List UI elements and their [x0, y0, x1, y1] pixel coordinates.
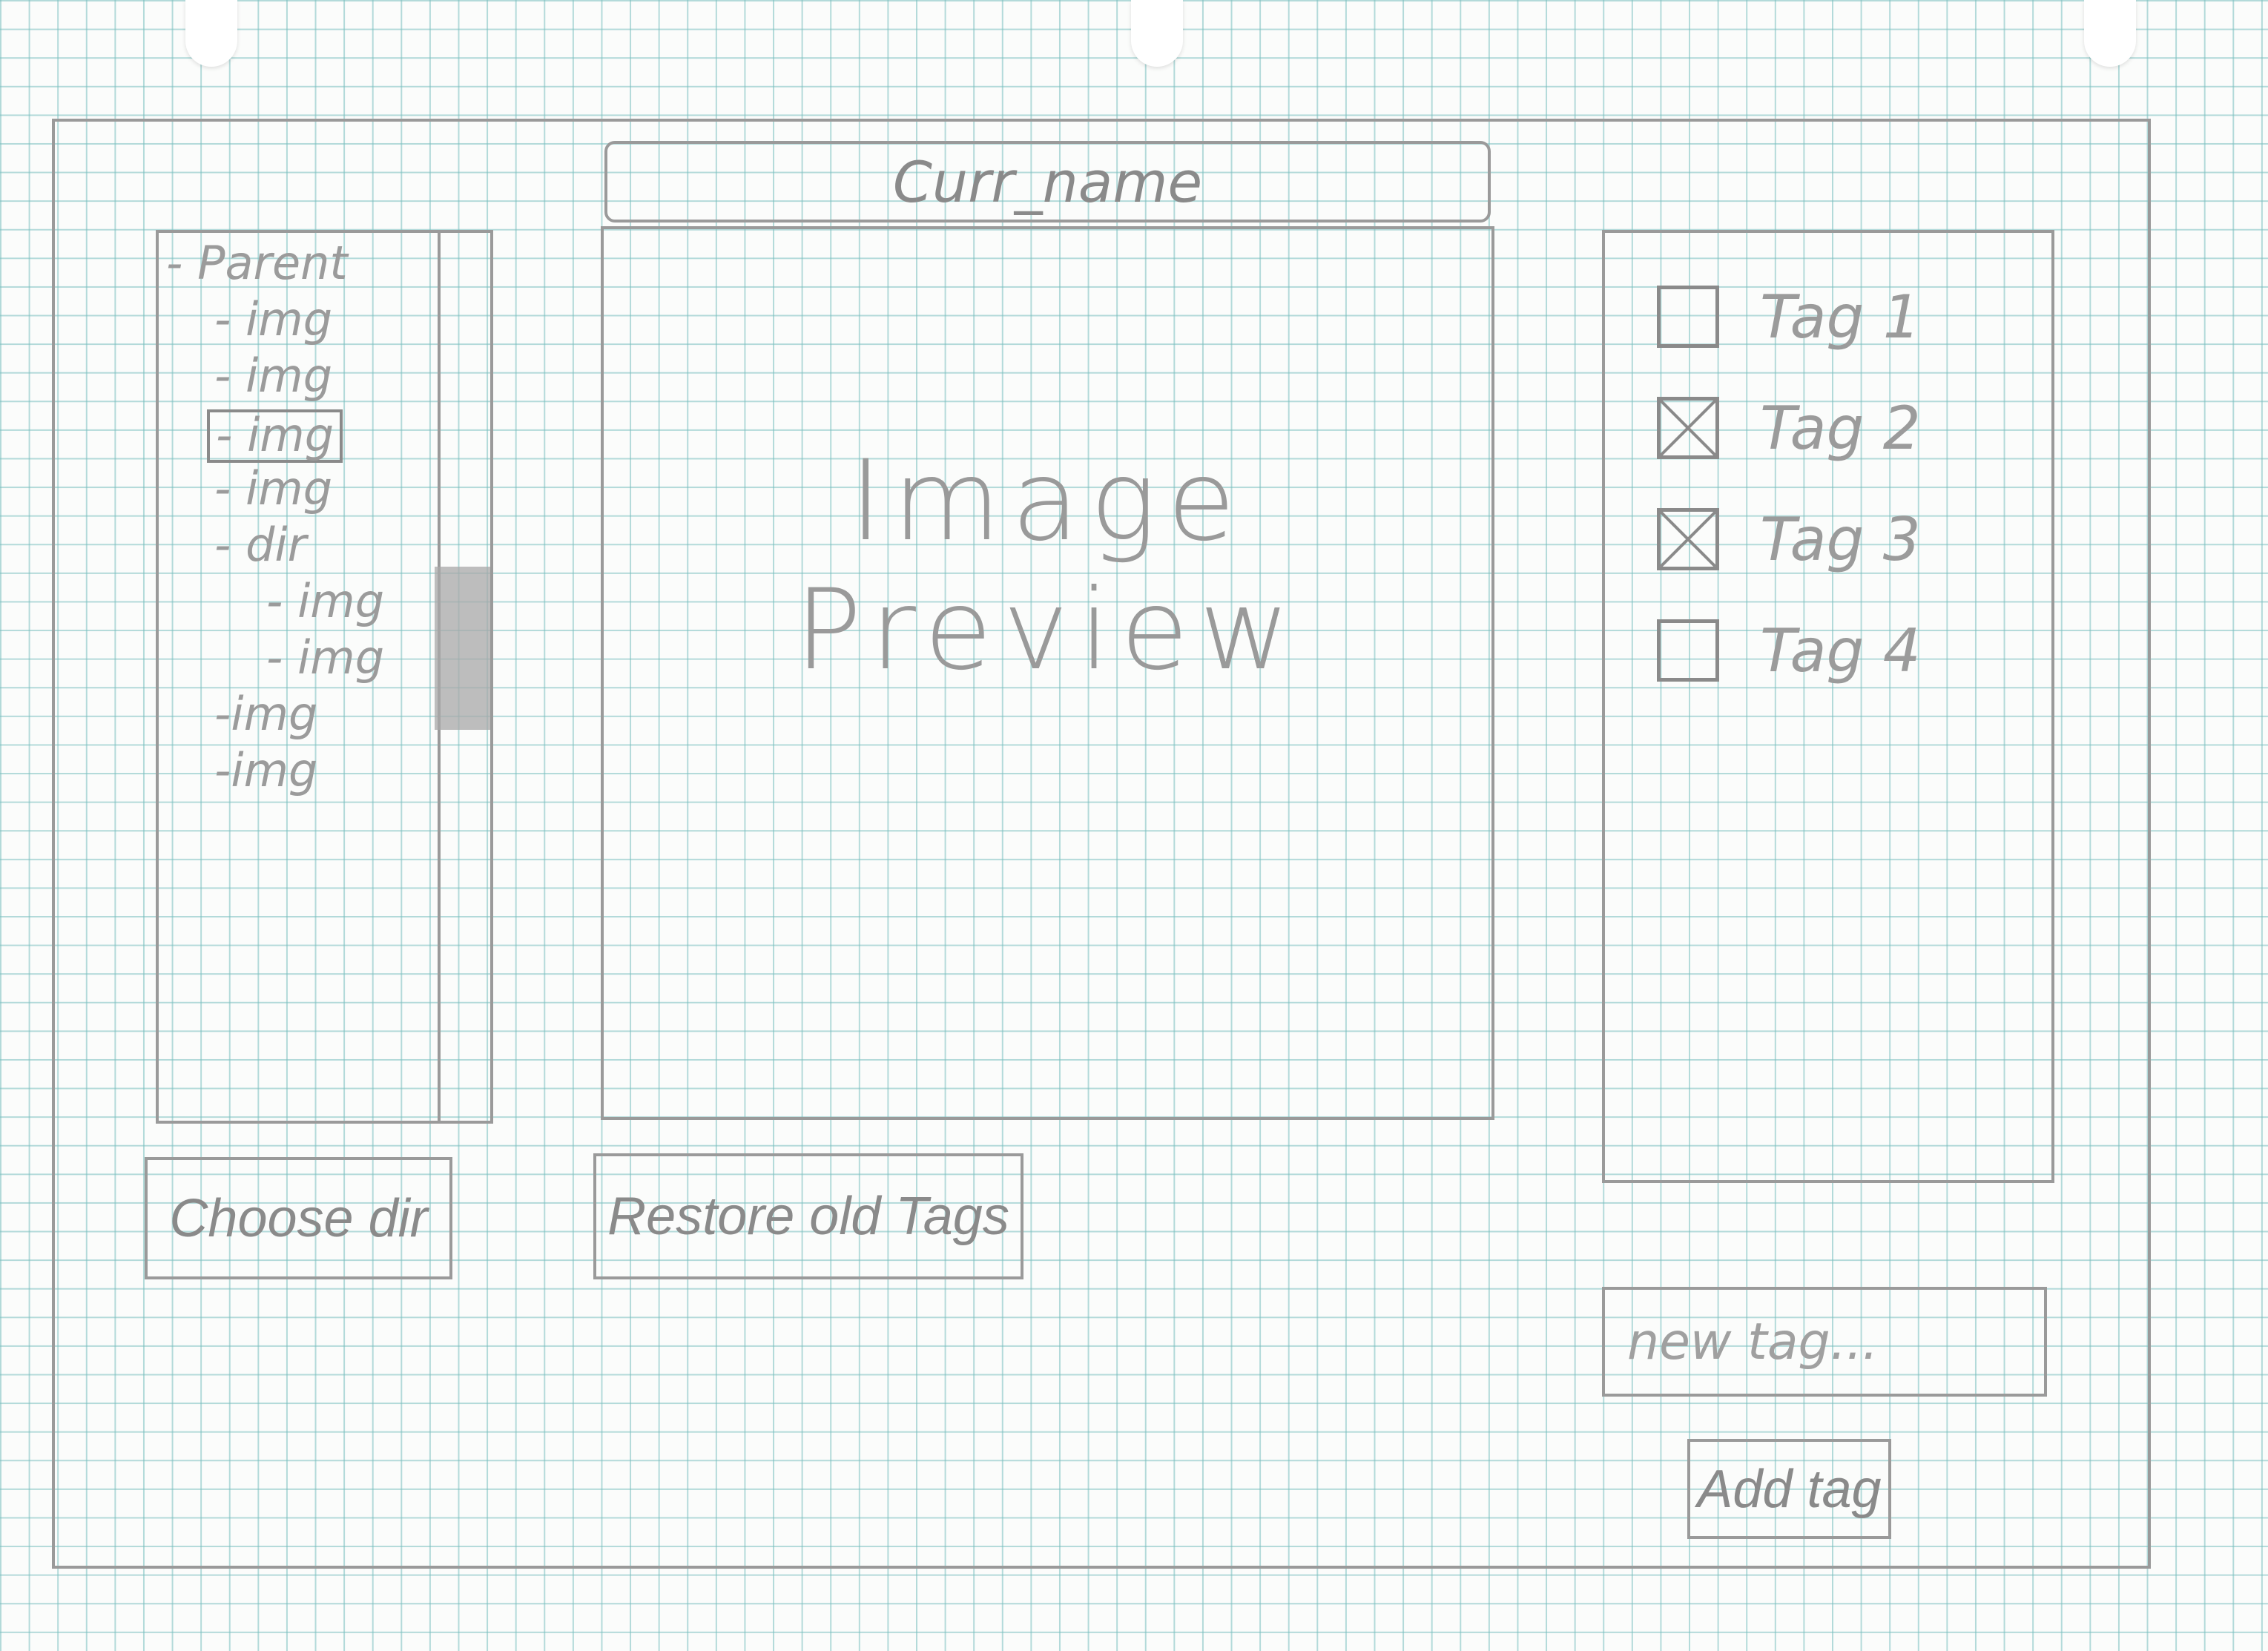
paper-hole [2084, 0, 2136, 67]
tag-label: Tag 3 [1760, 504, 1921, 574]
tree-item-img[interactable]: - img [207, 409, 343, 463]
current-name-bar: Curr_name [604, 141, 1491, 223]
tag-checkbox[interactable] [1657, 619, 1719, 682]
image-preview-label: Image Preview [794, 437, 1301, 695]
tree-item-img[interactable]: - img [214, 353, 332, 399]
tree-item-parent[interactable]: - Parent [166, 240, 348, 286]
tag-label: Tag 2 [1760, 393, 1921, 463]
tag-row[interactable]: Tag 3 [1657, 504, 1921, 574]
file-tree-panel: - Parent - img - img - img - img - dir - img - … [156, 230, 493, 1124]
tag-label: Tag 4 [1760, 616, 1921, 685]
tag-checkbox-checked[interactable] [1657, 397, 1719, 459]
add-tag-button[interactable]: Add tag [1687, 1439, 1891, 1539]
tag-label: Tag 1 [1760, 282, 1921, 352]
tree-item-img[interactable]: -img [214, 691, 317, 737]
tag-row[interactable]: Tag 2 [1657, 393, 1921, 463]
image-preview: Image Preview [601, 226, 1494, 1120]
paper-hole [1131, 0, 1183, 67]
file-tree-list: - Parent - img - img - img - img - dir - img - … [159, 233, 441, 1121]
restore-old-tags-button[interactable]: Restore old Tags [593, 1153, 1023, 1279]
tree-item-img[interactable]: - img [214, 466, 332, 512]
tag-row[interactable]: Tag 4 [1657, 616, 1921, 685]
tag-checkbox-checked[interactable] [1657, 508, 1719, 570]
choose-dir-button[interactable]: Choose dir [145, 1157, 452, 1279]
tree-item-img[interactable]: - img [266, 635, 384, 681]
tree-item-img[interactable]: - img [214, 297, 332, 343]
paper-hole [185, 0, 237, 67]
tag-checkbox[interactable] [1657, 286, 1719, 348]
tree-scrollbar-thumb[interactable] [435, 567, 490, 730]
tree-scrollbar[interactable] [435, 233, 490, 1121]
new-tag-input[interactable] [1602, 1287, 2047, 1397]
tree-item-img[interactable]: - img [266, 579, 384, 625]
tag-row[interactable]: Tag 1 [1657, 282, 1921, 352]
tree-item-dir[interactable]: - dir [214, 522, 306, 568]
tags-panel: Tag 1 Tag 2 Tag 3 Tag 4 [1602, 230, 2054, 1183]
tree-item-img[interactable]: -img [214, 748, 317, 794]
